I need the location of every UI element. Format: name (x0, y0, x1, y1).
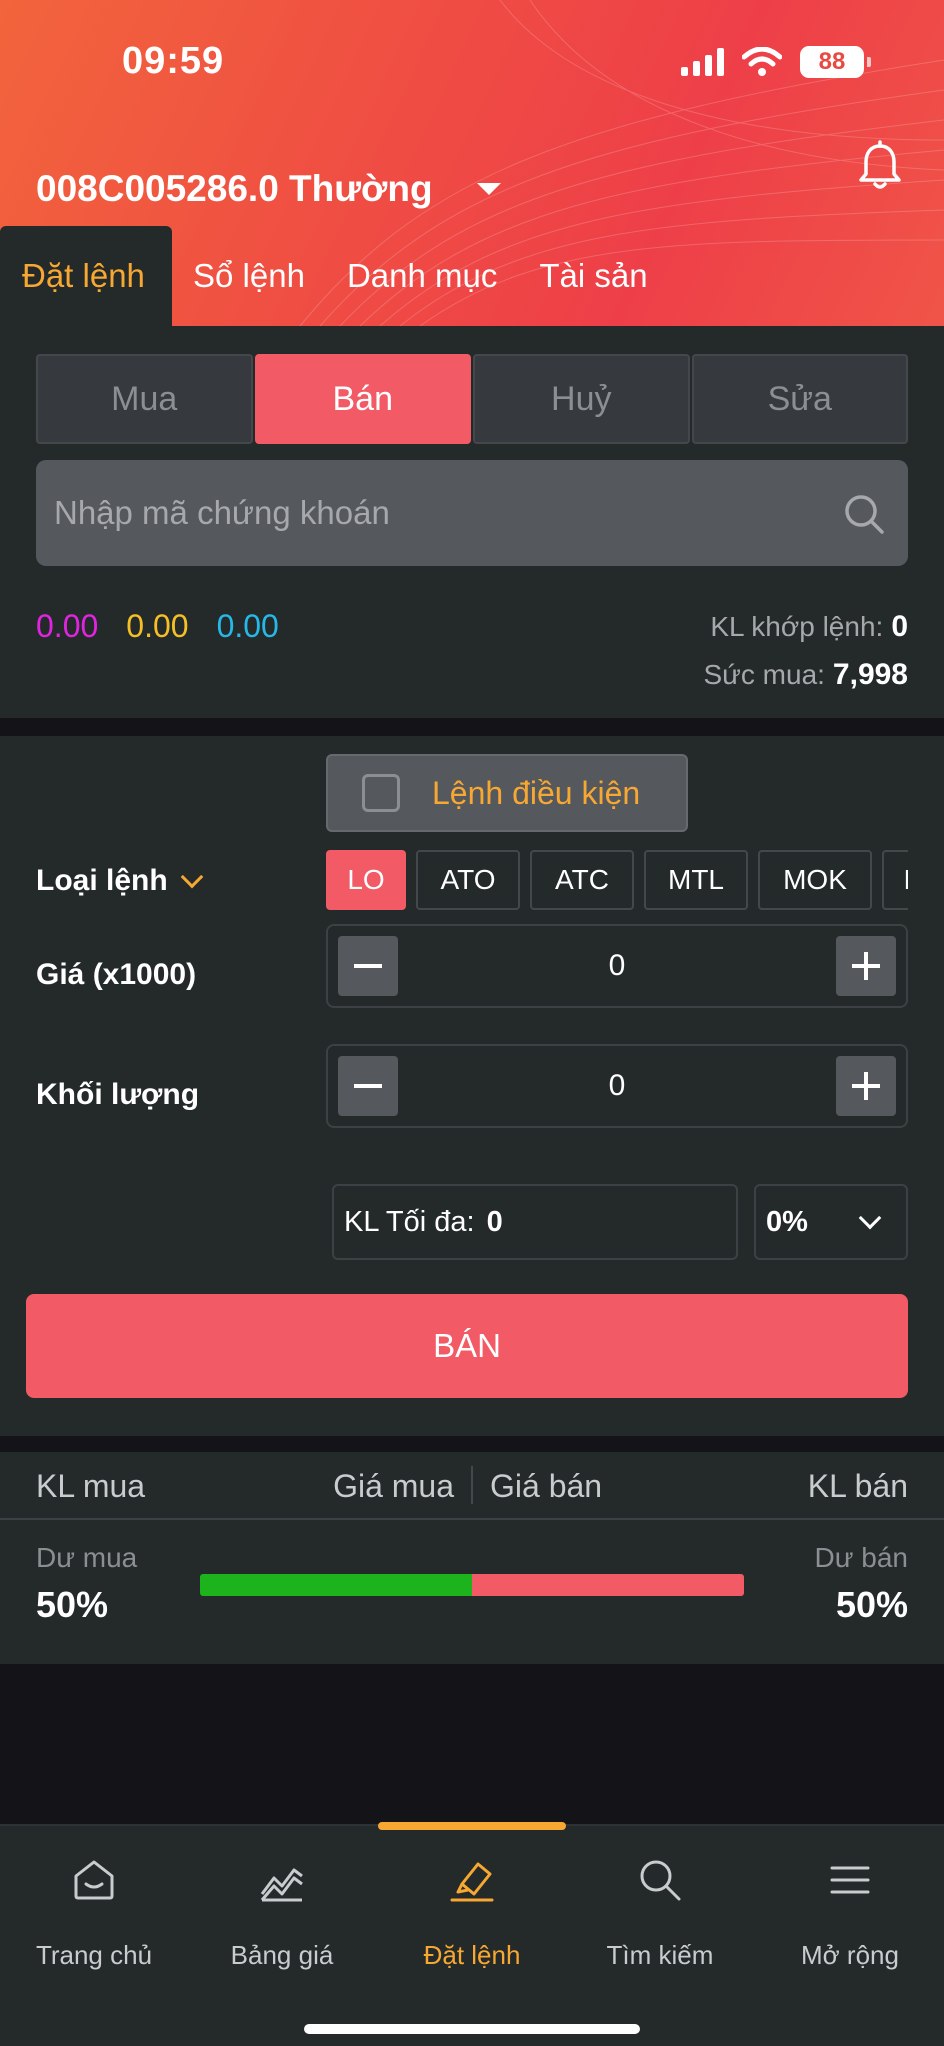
orderbook-header: KL mua Giá mua Giá bán KL bán (0, 1452, 944, 1520)
header-buy-volume: KL mua (36, 1468, 146, 1504)
order-type-mtl[interactable]: MTL (644, 850, 748, 910)
account-label: 008C005286.0 Thường (36, 168, 433, 209)
sell-surplus-label: Dư bán (814, 1542, 908, 1573)
matched-volume-label: KL khớp lệnh: (710, 611, 884, 642)
price-label: Giá (x1000) (36, 958, 197, 991)
header-ask-price: Giá bán (490, 1468, 603, 1504)
chevron-down-icon (180, 865, 204, 889)
buy-surplus-percent: 50% (36, 1584, 109, 1625)
bell-icon[interactable] (856, 140, 904, 192)
sell-surplus-bar (472, 1574, 744, 1596)
tab-dat-lenh[interactable]: Đặt lệnh (0, 226, 172, 326)
sell-submit-button[interactable]: BÁN (26, 1294, 908, 1398)
nav-price-board[interactable]: Bảng giá (188, 1826, 376, 1996)
battery-icon: 88 (800, 46, 871, 78)
price-increase-button[interactable] (836, 936, 896, 996)
tab-danh-muc[interactable]: Danh mục (326, 226, 518, 326)
side-cancel-button[interactable]: Huỷ (473, 354, 690, 444)
side-buy-button[interactable]: Mua (36, 354, 253, 444)
account-selector[interactable]: 008C005286.0 Thường (36, 168, 501, 210)
matched-volume-value: 0 (891, 610, 908, 643)
status-time: 09:59 (122, 40, 225, 82)
app-header: 09:59 88 008C005286.0 Thường Đặt lệnh Sổ… (0, 0, 944, 326)
buying-power-value: 7,998 (832, 658, 908, 691)
main-tabs: Đặt lệnh Sổ lệnh Danh mục Tài sản (0, 226, 669, 326)
search-icon (845, 495, 884, 534)
nav-more[interactable]: Mở rộng (756, 1826, 944, 1996)
nav-home[interactable]: Trang chủ (0, 1826, 188, 1996)
home-indicator[interactable] (304, 2024, 640, 2034)
header-bid-price: Giá mua (333, 1468, 454, 1504)
nav-more-label: Mở rộng (801, 1940, 899, 1970)
quantity-stepper: 0 (326, 1044, 908, 1128)
nav-search-label: Tìm kiếm (606, 1940, 714, 1970)
order-form-panel: Lệnh điều kiện Loại lệnh LO ATO ATC MTL … (0, 736, 944, 1436)
status-icons: 88 (681, 46, 871, 78)
order-type-label: Loại lệnh (36, 864, 168, 897)
order-type-atc[interactable]: ATC (530, 850, 634, 910)
tab-tai-san[interactable]: Tài sản (518, 226, 668, 326)
search-icon (640, 1860, 681, 1901)
nav-home-label: Trang chủ (35, 1940, 153, 1970)
order-type-mak[interactable]: MAK (882, 850, 908, 910)
order-type-mok[interactable]: MOK (758, 850, 872, 910)
side-modify-button[interactable]: Sửa (691, 354, 908, 444)
conditional-order-checkbox[interactable] (362, 774, 400, 812)
quantity-increase-button[interactable] (836, 1056, 896, 1116)
max-quantity-box[interactable]: KL Tối đa: 0 (332, 1184, 738, 1260)
chart-icon (260, 1868, 303, 1902)
max-quantity-label: KL Tối đa: (344, 1205, 475, 1238)
sell-surplus-percent: 50% (835, 1584, 908, 1625)
header-sell-volume: KL bán (807, 1468, 908, 1504)
wifi-icon (742, 47, 782, 76)
orderbook-panel: KL mua Giá mua Giá bán KL bán Dư mua Dư … (0, 1452, 944, 1664)
surplus-ratio-bar (200, 1574, 744, 1596)
nav-place-order-label: Đặt lệnh (423, 1940, 521, 1970)
order-side-panel: Mua Bán Huỷ Sửa Nhập mã chứng khoán 0.00… (0, 326, 944, 718)
max-quantity-value: 0 (486, 1205, 503, 1238)
menu-icon (830, 1866, 870, 1894)
nav-place-order[interactable]: Đặt lệnh (378, 1826, 566, 1996)
buying-power-label: Sức mua: (703, 659, 825, 690)
header-divider (471, 1466, 473, 1504)
percent-select[interactable]: 0% (754, 1184, 908, 1260)
order-type-options: LO ATO ATC MTL MOK MAK (326, 850, 908, 910)
order-pen-icon (450, 1862, 494, 1902)
order-side-selector: Mua Bán Huỷ Sửa (36, 354, 908, 444)
price-input[interactable]: 0 (408, 926, 826, 1006)
percent-value: 0% (766, 1205, 808, 1238)
nav-search[interactable]: Tìm kiếm (566, 1826, 754, 1996)
quantity-label: Khối lượng (36, 1078, 200, 1111)
order-type-lo[interactable]: LO (326, 850, 406, 910)
caret-down-icon (476, 183, 501, 195)
quantity-input[interactable]: 0 (408, 1046, 826, 1126)
ceiling-price: 0.00 (36, 608, 99, 644)
cellular-signal-icon (681, 48, 724, 76)
tab-so-lenh[interactable]: Sổ lệnh (172, 226, 326, 326)
buy-surplus-label: Dư mua (36, 1542, 138, 1573)
floor-price: 0.00 (216, 608, 279, 644)
search-placeholder: Nhập mã chứng khoán (54, 494, 390, 531)
order-type-dropdown[interactable]: Loại lệnh (36, 864, 204, 898)
conditional-order-toggle[interactable]: Lệnh điều kiện (326, 754, 688, 832)
buy-surplus-bar (200, 1574, 472, 1596)
quantity-decrease-button[interactable] (338, 1056, 398, 1116)
home-icon (74, 1860, 114, 1900)
buying-power: Sức mua: 7,998 (703, 658, 908, 692)
conditional-order-label: Lệnh điều kiện (432, 774, 641, 811)
price-stepper: 0 (326, 924, 908, 1008)
price-decrease-button[interactable] (338, 936, 398, 996)
matched-volume: KL khớp lệnh: 0 (710, 610, 908, 644)
side-sell-button[interactable]: Bán (254, 354, 471, 444)
bottom-navigation: Trang chủ Bảng giá Đặt lệnh Tìm kiếm Mở (0, 1822, 944, 2046)
chevron-down-icon (858, 1206, 882, 1230)
nav-price-board-label: Bảng giá (230, 1940, 334, 1970)
symbol-search-input[interactable]: Nhập mã chứng khoán (36, 460, 908, 566)
order-type-ato[interactable]: ATO (416, 850, 520, 910)
reference-price: 0.00 (126, 608, 189, 644)
reference-prices: 0.00 0.00 0.00 (36, 608, 279, 645)
